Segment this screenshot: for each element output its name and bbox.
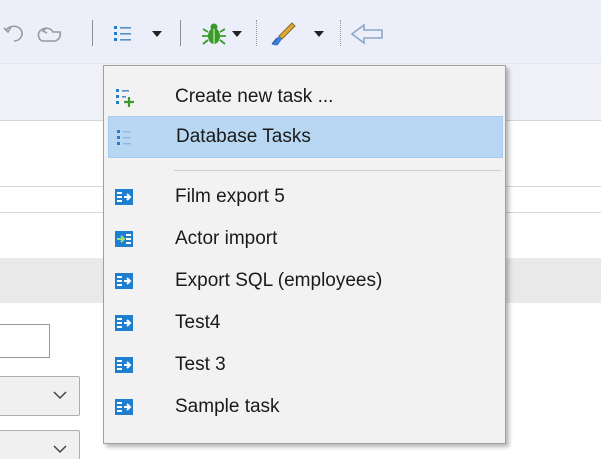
menu-item-label: Test4 xyxy=(175,312,221,333)
export-task-icon xyxy=(115,273,133,289)
undo-icon[interactable] xyxy=(2,22,36,46)
menu-item-label: Film export 5 xyxy=(175,186,285,207)
menu-item-database-tasks[interactable]: Database Tasks xyxy=(108,116,503,158)
combo-box[interactable] xyxy=(0,376,80,416)
dropdown-arrow-icon[interactable] xyxy=(312,28,326,40)
menu-item-task[interactable]: Test4 xyxy=(108,302,503,344)
menu-item-create-task[interactable]: Create new task ... xyxy=(108,76,503,118)
tasks-popup-menu: Create new task ... Database Tasks Film … xyxy=(103,65,506,444)
task-list-icon[interactable] xyxy=(110,22,136,46)
export-task-icon xyxy=(115,189,133,205)
toolbar-separator xyxy=(256,20,257,46)
menu-item-task[interactable]: Actor import xyxy=(108,218,503,260)
menu-item-label: Create new task ... xyxy=(175,86,334,107)
toolbar-separator xyxy=(180,20,181,46)
menu-separator xyxy=(174,170,501,171)
brush-icon[interactable] xyxy=(268,20,298,48)
menu-item-label: Actor import xyxy=(175,228,278,249)
import-task-icon xyxy=(115,231,133,247)
menu-item-task[interactable]: Sample task xyxy=(108,386,503,428)
redo-icon[interactable] xyxy=(34,22,68,46)
menu-item-task[interactable]: Test 3 xyxy=(108,344,503,386)
task-list-icon xyxy=(117,130,131,145)
export-task-icon xyxy=(115,357,133,373)
add-task-icon xyxy=(116,89,134,107)
export-task-icon xyxy=(115,399,133,415)
combo-box[interactable] xyxy=(0,430,80,459)
menu-item-label: Test 3 xyxy=(175,354,226,375)
chevron-down-icon xyxy=(53,391,67,400)
toolbar-separator xyxy=(92,20,93,46)
export-task-icon xyxy=(115,315,133,331)
toolbar-separator xyxy=(340,20,341,46)
dropdown-arrow-icon[interactable] xyxy=(150,28,164,40)
text-field[interactable] xyxy=(0,324,50,358)
menu-item-label: Database Tasks xyxy=(176,126,311,147)
menu-item-label: Sample task xyxy=(175,396,280,417)
menu-item-label: Export SQL (employees) xyxy=(175,270,383,291)
main-toolbar xyxy=(0,0,601,64)
chevron-down-icon xyxy=(53,445,67,454)
back-arrow-icon[interactable] xyxy=(350,22,390,46)
debug-bug-icon[interactable] xyxy=(200,20,228,48)
menu-item-task[interactable]: Film export 5 xyxy=(108,176,503,218)
menu-item-task[interactable]: Export SQL (employees) xyxy=(108,260,503,302)
dropdown-arrow-icon[interactable] xyxy=(230,28,244,40)
